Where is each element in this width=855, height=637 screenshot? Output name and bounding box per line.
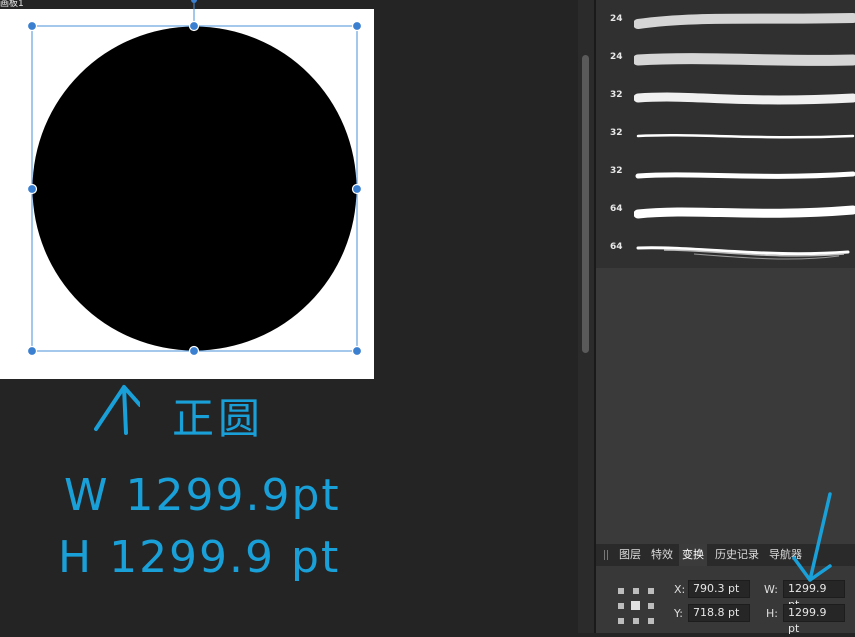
tab-layers[interactable]: 图层 — [616, 544, 644, 566]
rotation-handle[interactable] — [191, 0, 197, 3]
down-arrow-annotation — [792, 492, 832, 582]
height-field[interactable]: 1299.9 pt — [783, 604, 845, 635]
anchor-left[interactable] — [618, 603, 624, 609]
brush-size-label: 32 — [610, 128, 623, 138]
brush-stroke-preview — [636, 133, 855, 139]
anchor-bottom[interactable] — [633, 618, 639, 624]
annotation-height: H 1299.9 pt — [58, 532, 341, 583]
scrollbar-thumb[interactable] — [582, 55, 589, 353]
resize-handle-right[interactable] — [351, 183, 363, 195]
brush-size-label: 24 — [610, 52, 623, 62]
x-label: X: — [674, 583, 686, 596]
w-label: W: — [764, 583, 778, 596]
resize-handle-bottom-left[interactable] — [26, 345, 38, 357]
anchor-bottom-right[interactable] — [648, 618, 654, 624]
brush-stroke-preview — [634, 53, 855, 66]
brushes-panel: 24 24 32 32 32 64 64 — [596, 0, 855, 268]
brush-stroke-preview — [634, 92, 855, 105]
y-label: Y: — [674, 607, 683, 620]
annotation-width: W 1299.9pt — [64, 470, 341, 521]
x-position-field[interactable]: 790.3 pt — [688, 580, 750, 598]
up-arrow-annotation — [94, 385, 140, 435]
brush-item[interactable]: 64 — [596, 192, 855, 230]
tab-history[interactable]: 历史记录 — [712, 544, 762, 566]
h-label: H: — [766, 607, 778, 620]
resize-handle-bottom[interactable] — [188, 345, 200, 357]
y-position-field[interactable]: 718.8 pt — [688, 604, 750, 622]
brush-size-label: 64 — [610, 242, 623, 252]
resize-handle-bottom-right[interactable] — [351, 345, 363, 357]
anchor-top-left[interactable] — [618, 588, 624, 594]
brush-size-label: 24 — [610, 14, 623, 24]
resize-handle-left[interactable] — [26, 183, 38, 195]
selected-circle-layer[interactable] — [0, 0, 380, 380]
brush-item[interactable]: 32 — [596, 116, 855, 154]
anchor-point-selector[interactable] — [618, 588, 654, 624]
brush-item[interactable]: 32 — [596, 78, 855, 116]
brush-item[interactable]: 24 — [596, 40, 855, 78]
brush-size-label: 32 — [610, 166, 623, 176]
brush-item[interactable]: 24 — [596, 2, 855, 40]
brush-item[interactable]: 64 — [596, 230, 855, 268]
annotation-label: 正圆 — [172, 394, 265, 443]
panel-grip-icon[interactable] — [604, 550, 608, 560]
brush-size-label: 64 — [610, 204, 623, 214]
anchor-right[interactable] — [648, 603, 654, 609]
brush-stroke-preview — [634, 13, 855, 29]
anchor-center[interactable] — [631, 601, 640, 610]
resize-handle-top[interactable] — [188, 20, 200, 32]
tab-effects[interactable]: 特效 — [648, 544, 676, 566]
brush-size-label: 32 — [610, 90, 623, 100]
brush-item[interactable]: 32 — [596, 154, 855, 192]
resize-handle-top-left[interactable] — [26, 20, 38, 32]
brush-stroke-preview — [634, 205, 855, 219]
brush-stroke-preview — [635, 171, 855, 179]
tab-transform[interactable]: 变换 — [679, 544, 707, 566]
anchor-bottom-left[interactable] — [618, 618, 624, 624]
resize-handle-top-right[interactable] — [351, 20, 363, 32]
canvas-area[interactable]: 画板1 正圆 W 1299.9pt H 1299.9 pt — [0, 0, 578, 633]
anchor-top-right[interactable] — [648, 588, 654, 594]
anchor-top[interactable] — [633, 588, 639, 594]
circle-shape[interactable] — [32, 26, 357, 351]
brush-stroke-preview — [636, 246, 850, 260]
